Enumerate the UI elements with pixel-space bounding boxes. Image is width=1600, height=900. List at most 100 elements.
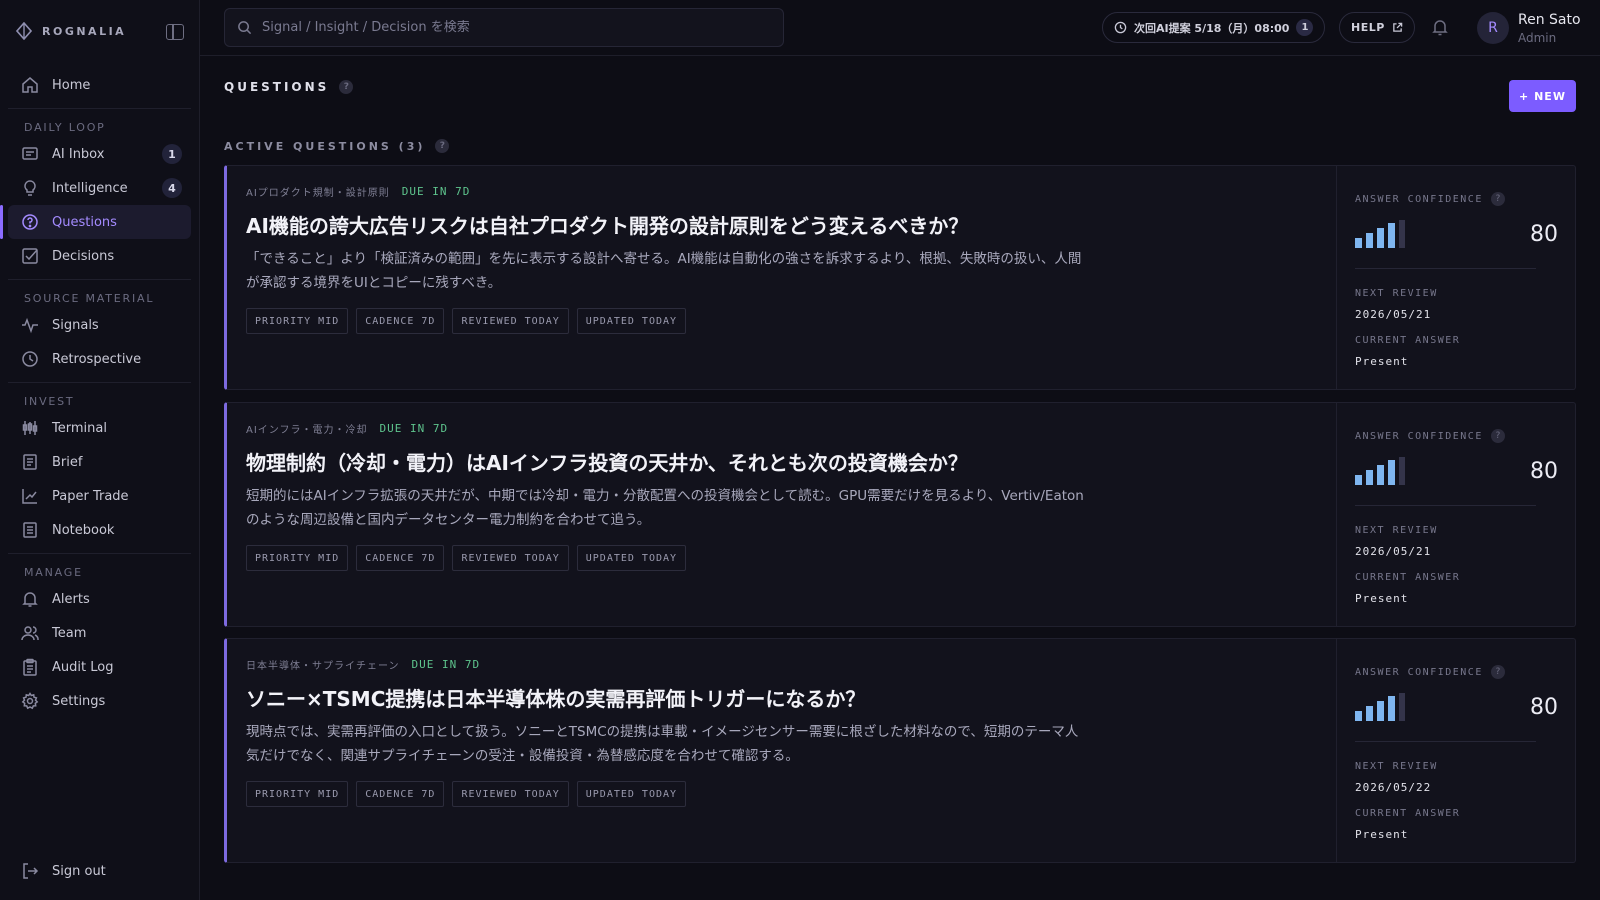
confidence-label: ANSWER CONFIDENCE?	[1355, 192, 1505, 206]
tag-priority: PRIORITY MID	[246, 545, 349, 571]
sidebar-item-home[interactable]: Home	[8, 68, 191, 102]
clipboard-icon	[20, 657, 40, 677]
tag-reviewed: REVIEWED TODAY	[452, 781, 569, 807]
new-question-button[interactable]: + NEW	[1509, 80, 1576, 112]
sidebar-item-decisions[interactable]: Decisions	[8, 239, 191, 273]
brand-logo[interactable]: ROGNALIA	[16, 22, 126, 40]
help-circle-icon[interactable]: ?	[1490, 429, 1505, 443]
activity-icon	[20, 315, 40, 335]
topic-label: AIインフラ・電力・冷却	[246, 425, 368, 436]
current-answer-label: CURRENT ANSWER	[1355, 572, 1461, 583]
tag-priority: PRIORITY MID	[246, 781, 349, 807]
sidebar-item-label: Brief	[52, 454, 83, 470]
count-badge: 4	[162, 178, 182, 198]
sidebar-item-label: Alerts	[52, 591, 90, 607]
sidebar: ROGNALIA Home DAILY LOOP AI Inbox 1 Inte…	[0, 0, 200, 900]
answer-panel: ANSWER CONFIDENCE? 80 NEXT REVIEW 2026/0…	[1336, 403, 1576, 626]
divider	[8, 108, 191, 109]
current-answer-value: Present	[1355, 355, 1409, 368]
confidence-label: ANSWER CONFIDENCE?	[1355, 429, 1505, 443]
confidence-score: 80	[1530, 222, 1558, 247]
page-title: QUESTIONS ?	[224, 80, 354, 94]
tag-updated: UPDATED TODAY	[576, 308, 687, 334]
document-icon	[20, 452, 40, 472]
question-title[interactable]: AI機能の誇大広告リスクは自社プロダクト開発の設計原則をどう変えるべきか？	[246, 210, 968, 239]
next-review-date: 2026/05/21	[1355, 545, 1432, 558]
sidebar-item-brief[interactable]: Brief	[8, 445, 191, 479]
question-card[interactable]: 日本半導体・サプライチェーン DUE IN 7D ソニー×TSMC提携は日本半導…	[224, 638, 1576, 863]
next-review-date: 2026/05/21	[1355, 308, 1432, 321]
sidebar-item-label: Decisions	[52, 248, 115, 264]
question-card[interactable]: AIプロダクト規制・設計原則 DUE IN 7D AI機能の誇大広告リスクは自社…	[224, 165, 1576, 390]
sidebar-item-label: AI Inbox	[52, 146, 105, 162]
sidebar-item-retrospective[interactable]: Retrospective	[8, 342, 191, 376]
question-title[interactable]: ソニー×TSMC提携は日本半導体株の実需再評価トリガーになるか？	[246, 683, 865, 712]
current-answer-label: CURRENT ANSWER	[1355, 335, 1461, 346]
signal-bars-icon	[1355, 693, 1405, 721]
sidebar-item-questions[interactable]: Questions	[8, 205, 191, 239]
clock-icon	[20, 349, 40, 369]
sidebar-item-team[interactable]: Team	[8, 616, 191, 650]
tag-cadence: CADENCE 7D	[356, 545, 445, 571]
signal-bars-icon	[1355, 220, 1405, 248]
gear-icon	[20, 691, 40, 711]
section-header: ACTIVE QUESTIONS (3) ?	[224, 139, 450, 153]
sidebar-item-notebook[interactable]: Notebook	[8, 513, 191, 547]
next-ai-proposal-chip[interactable]: 次回AI提案 5/18（月）08:00 1	[1102, 12, 1326, 43]
section-label-invest: INVEST	[24, 395, 75, 408]
next-review-date: 2026/05/22	[1355, 781, 1432, 794]
notebook-icon	[20, 520, 40, 540]
search-input[interactable]	[262, 20, 762, 35]
notifications-bell-icon[interactable]	[1432, 18, 1448, 40]
section-label-manage: MANAGE	[24, 566, 83, 579]
collapse-sidebar-icon[interactable]	[166, 24, 184, 40]
confidence-label-text: ANSWER CONFIDENCE	[1355, 430, 1483, 442]
sidebar-item-signals[interactable]: Signals	[8, 308, 191, 342]
sidebar-item-label: Questions	[52, 214, 117, 230]
tag-reviewed: REVIEWED TODAY	[452, 545, 569, 571]
avatar[interactable]: R	[1477, 12, 1509, 44]
divider	[8, 279, 191, 280]
sidebar-item-terminal[interactable]: Terminal	[8, 411, 191, 445]
section-title: ACTIVE QUESTIONS (3)	[224, 139, 426, 153]
due-label: DUE IN 7D	[379, 422, 449, 435]
sign-out-label: Sign out	[52, 863, 106, 879]
tag-reviewed: REVIEWED TODAY	[452, 308, 569, 334]
help-circle-icon[interactable]: ?	[1490, 192, 1505, 206]
next-review-label: NEXT REVIEW	[1355, 525, 1438, 536]
sidebar-item-alerts[interactable]: Alerts	[8, 582, 191, 616]
current-answer-value: Present	[1355, 592, 1409, 605]
sidebar-item-intelligence[interactable]: Intelligence 4	[8, 171, 191, 205]
topbar: 次回AI提案 5/18（月）08:00 1 HELP R Ren Sato Ad…	[200, 0, 1600, 56]
help-circle-icon[interactable]: ?	[339, 80, 354, 94]
search-icon	[238, 21, 252, 35]
topic-label: AIプロダクト規制・設計原則	[246, 188, 390, 199]
due-label: DUE IN 7D	[401, 185, 471, 198]
sidebar-item-label: Notebook	[52, 522, 115, 538]
question-description: 現時点では、実需再評価の入口として扱う。ソニーとTSMCの提携は車載・イメージセ…	[246, 724, 1079, 764]
sidebar-item-ai-inbox[interactable]: AI Inbox 1	[8, 137, 191, 171]
question-description: 短期的にはAIインフラ拡張の天井だが、中期では冷却・電力・分散配置への投資機会と…	[246, 488, 1084, 528]
sidebar-item-settings[interactable]: Settings	[8, 684, 191, 718]
help-button[interactable]: HELP	[1339, 12, 1415, 43]
sidebar-item-paper-trade[interactable]: Paper Trade	[8, 479, 191, 513]
help-circle-icon[interactable]: ?	[1490, 665, 1505, 679]
question-card[interactable]: AIインフラ・電力・冷却 DUE IN 7D 物理制約（冷却・電力）はAIインフ…	[224, 402, 1576, 627]
sidebar-item-label: Intelligence	[52, 180, 128, 196]
inbox-icon	[20, 144, 40, 164]
divider	[1355, 505, 1536, 506]
chart-line-icon	[20, 486, 40, 506]
sidebar-item-label: Signals	[52, 317, 99, 333]
clock-icon	[1114, 21, 1127, 34]
question-title[interactable]: 物理制約（冷却・電力）はAIインフラ投資の天井か、それとも次の投資機会か？	[246, 447, 968, 476]
help-circle-icon[interactable]: ?	[435, 139, 450, 153]
next-ai-label: 次回AI提案 5/18（月）08:00	[1134, 21, 1290, 35]
sidebar-item-audit-log[interactable]: Audit Log	[8, 650, 191, 684]
confidence-label: ANSWER CONFIDENCE?	[1355, 665, 1505, 679]
search-box[interactable]	[224, 8, 784, 47]
sign-out-button[interactable]: Sign out	[8, 854, 191, 888]
tag-cadence: CADENCE 7D	[356, 308, 445, 334]
bell-icon	[20, 589, 40, 609]
page-title-text: QUESTIONS	[224, 80, 330, 94]
tag-cadence: CADENCE 7D	[356, 781, 445, 807]
